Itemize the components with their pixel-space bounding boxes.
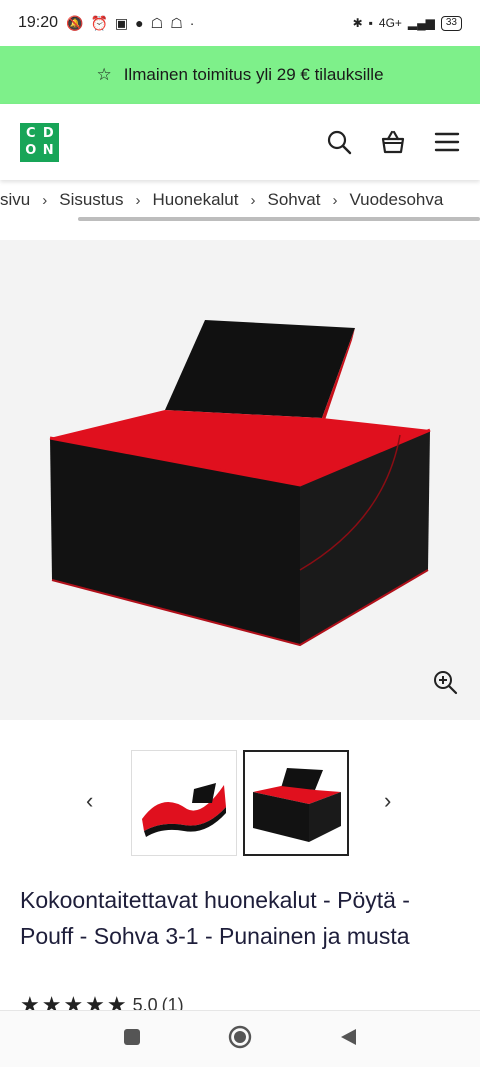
logo-letter-o: O bbox=[25, 143, 37, 159]
product-title: Kokoontaitettavat huonekalut - Pöytä - P… bbox=[20, 887, 410, 949]
snapchat-icon: ☖ bbox=[150, 14, 164, 31]
notification-icons: 🔕 ⏰ ▣ ● ☖ ☖ · bbox=[66, 15, 194, 32]
alarm-icon: ⏰ bbox=[90, 14, 108, 31]
thumbnail-1[interactable] bbox=[131, 750, 237, 856]
chevron-right-icon: › bbox=[135, 191, 141, 209]
basket-icon[interactable] bbox=[380, 129, 406, 155]
battery-icon: 33 bbox=[440, 15, 462, 31]
volte-icon: ▪ bbox=[368, 16, 373, 30]
more-dot-icon: · bbox=[189, 15, 195, 31]
site-header: C D O N bbox=[0, 104, 480, 180]
snapchat-icon-2: ☖ bbox=[170, 14, 183, 31]
breadcrumb-scrollbar[interactable] bbox=[78, 217, 480, 221]
chevron-right-icon: › bbox=[42, 191, 48, 209]
logo-letter-d: D bbox=[42, 125, 54, 141]
product-image bbox=[49, 320, 431, 647]
android-nav-bar bbox=[0, 1010, 480, 1067]
thumbnail-strip: ‹ › bbox=[0, 748, 480, 858]
menu-icon[interactable] bbox=[434, 129, 460, 155]
breadcrumb: sivu › Sisustus › Huonekalut › Sohvat › … bbox=[0, 182, 480, 218]
signal-icon: ▂▄▆ bbox=[407, 16, 435, 30]
zoom-in-icon[interactable] bbox=[432, 669, 458, 700]
thumbnail-1-image bbox=[142, 783, 226, 837]
breadcrumb-item-huonekalut[interactable]: Huonekalut bbox=[152, 190, 238, 210]
logo-letter-n: N bbox=[42, 143, 54, 159]
status-right: ✱ ▪ 4G+ ▂▄▆ 33 bbox=[352, 15, 462, 31]
breadcrumb-item-vuodesohva[interactable]: Vuodesohva bbox=[349, 190, 443, 210]
chat-icon: ● bbox=[135, 15, 144, 31]
thumbnail-2[interactable] bbox=[243, 750, 349, 856]
breadcrumb-item-sohvat[interactable]: Sohvat bbox=[268, 190, 321, 210]
thumbnail-prev-button[interactable]: ‹ bbox=[86, 788, 93, 814]
chevron-right-icon: › bbox=[250, 191, 256, 209]
promo-banner[interactable]: ☆ Ilmainen toimitus yli 29 € tilauksille bbox=[0, 46, 480, 104]
home-icon[interactable] bbox=[227, 1024, 253, 1055]
back-icon[interactable] bbox=[338, 1027, 358, 1052]
status-time: 19:20 bbox=[18, 14, 59, 31]
thumbnail-next-button[interactable]: › bbox=[384, 788, 391, 814]
product-image-gallery[interactable] bbox=[0, 240, 480, 720]
star-icon: ☆ bbox=[96, 65, 112, 84]
search-icon[interactable] bbox=[326, 129, 352, 155]
recents-icon[interactable] bbox=[122, 1027, 142, 1052]
cdon-logo[interactable]: C D O N bbox=[20, 122, 59, 162]
logo-letter-c: C bbox=[25, 125, 36, 141]
status-bar: 19:20 🔕 ⏰ ▣ ● ☖ ☖ · ✱ ▪ 4G+ ▂▄▆ 33 bbox=[0, 0, 480, 46]
chevron-right-icon: › bbox=[332, 191, 338, 209]
network-label: 4G+ bbox=[378, 16, 402, 30]
breadcrumb-item-home[interactable]: sivu bbox=[0, 190, 30, 210]
bluetooth-icon: ✱ bbox=[352, 16, 363, 30]
thumbnail-2-image bbox=[253, 768, 341, 842]
breadcrumb-item-sisustus[interactable]: Sisustus bbox=[59, 190, 123, 210]
nfc-icon: ▣ bbox=[114, 14, 129, 31]
mute-icon: 🔕 bbox=[66, 14, 84, 31]
promo-text: Ilmainen toimitus yli 29 € tilauksille bbox=[123, 65, 384, 84]
